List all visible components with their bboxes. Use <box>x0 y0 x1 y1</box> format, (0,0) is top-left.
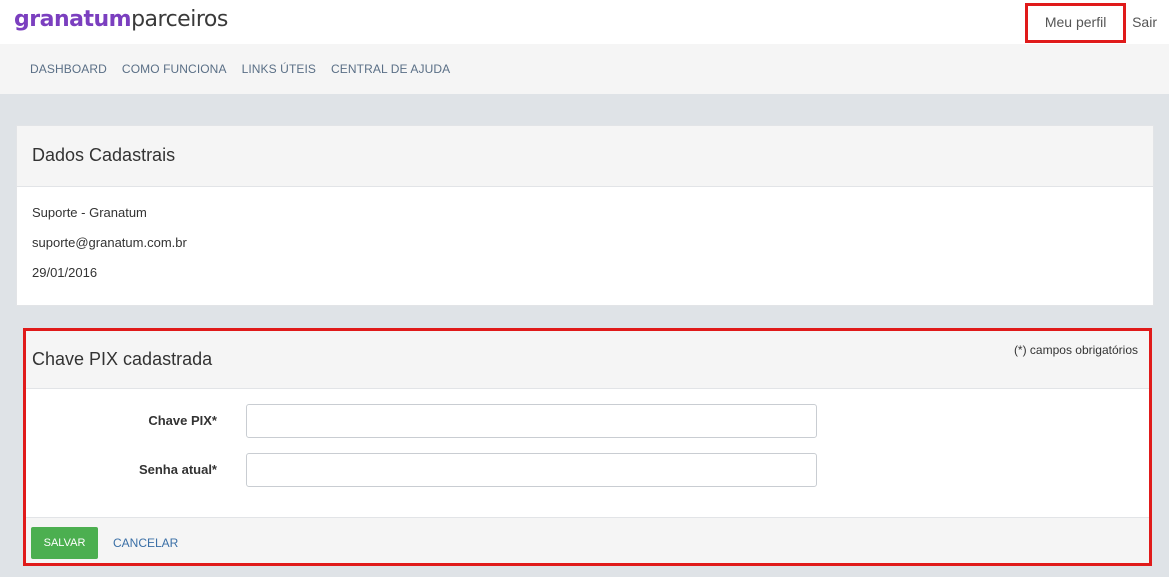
logo-brand: granatum <box>14 7 132 32</box>
pix-key-input[interactable] <box>246 404 817 438</box>
pix-form: Chave PIX* Senha atual* <box>26 389 1149 517</box>
pix-panel: Chave PIX cadastrada (*) campos obrigató… <box>23 328 1152 566</box>
user-menu: Meu perfil Sair <box>1025 0 1157 44</box>
pix-panel-header: Chave PIX cadastrada (*) campos obrigató… <box>26 331 1149 389</box>
nav-item-dashboard[interactable]: DASHBOARD <box>30 62 107 76</box>
granatum-parceiros-logo[interactable]: granatumparceiros <box>14 6 228 34</box>
logout-link[interactable]: Sair <box>1132 14 1157 30</box>
pix-title: Chave PIX cadastrada <box>32 349 213 369</box>
profile-link[interactable]: Meu perfil <box>1025 3 1127 43</box>
nav-item-central-de-ajuda[interactable]: CENTRAL DE AJUDA <box>331 62 450 76</box>
current-password-row: Senha atual* <box>26 453 1149 487</box>
main-nav: DASHBOARD COMO FUNCIONA LINKS ÚTEIS CENT… <box>0 44 1169 94</box>
registration-panel: Dados Cadastrais Suporte - Granatum supo… <box>16 125 1154 306</box>
user-email: suporte@granatum.com.br <box>32 235 187 250</box>
logo-suffix: parceiros <box>131 7 228 32</box>
nav-item-links-uteis[interactable]: LINKS ÚTEIS <box>242 62 316 76</box>
save-button[interactable]: SALVAR <box>31 527 98 559</box>
pix-panel-footer: SALVAR CANCELAR <box>26 517 1149 563</box>
registration-title: Dados Cadastrais <box>32 145 176 165</box>
current-password-input[interactable] <box>246 453 817 487</box>
cancel-link[interactable]: CANCELAR <box>113 536 178 550</box>
top-header: granatumparceiros Meu perfil Sair <box>0 0 1169 44</box>
pix-key-label: Chave PIX* <box>148 413 217 428</box>
registration-panel-header: Dados Cadastrais <box>17 126 1153 187</box>
nav-item-como-funciona[interactable]: COMO FUNCIONA <box>122 62 227 76</box>
registration-date: 29/01/2016 <box>32 265 98 280</box>
pix-key-row: Chave PIX* <box>26 404 1149 438</box>
user-name: Suporte - Granatum <box>32 205 147 220</box>
required-fields-note: (*) campos obrigatórios <box>1013 343 1138 357</box>
current-password-label: Senha atual* <box>138 462 217 477</box>
registration-panel-body: Suporte - Granatum suporte@granatum.com.… <box>17 187 1153 295</box>
